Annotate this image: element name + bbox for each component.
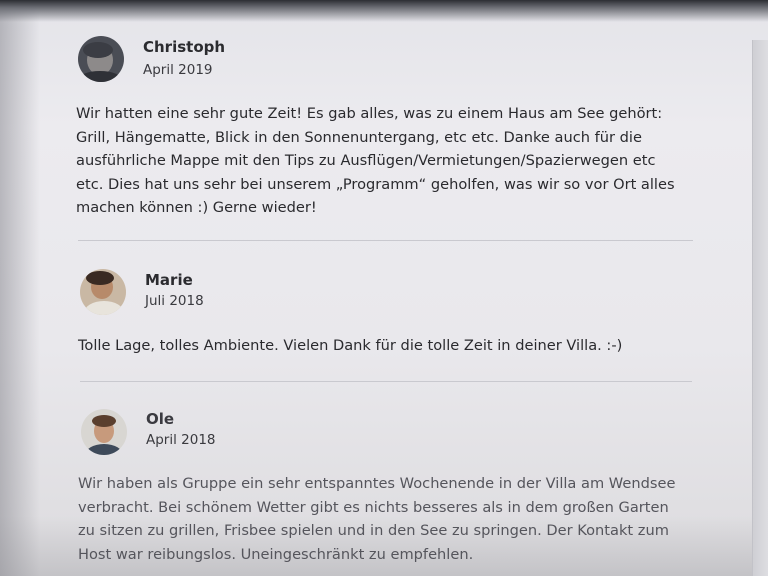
review-text-line: machen können :) Gerne wieder! <box>76 199 317 216</box>
review-text: Wir hatten eine sehr gute Zeit! Es gab a… <box>76 102 675 220</box>
review-text-line: ausführliche Mappe mit den Tips zu Ausfl… <box>76 152 656 169</box>
scrollbar[interactable] <box>752 40 768 576</box>
review-text-line: Wir haben als Gruppe ein sehr entspannte… <box>78 475 676 492</box>
review-date: Juli 2018 <box>145 293 204 309</box>
review-text: Tolle Lage, tolles Ambiente. Vielen Dank… <box>78 334 622 358</box>
review-date: April 2019 <box>143 62 213 78</box>
review-text-line: Grill, Hängematte, Blick in den Sonnenun… <box>76 128 642 146</box>
screen-top-bezel <box>0 0 768 22</box>
reviews-page: Christoph April 2019 Wir hatten eine seh… <box>0 0 768 576</box>
reviewer-name[interactable]: Christoph <box>143 38 225 56</box>
review-text-line: Host war reibungslos. Uneingeschränkt zu… <box>78 545 474 563</box>
avatar[interactable] <box>81 409 127 455</box>
review-text-line: etc. Dies hat uns sehr bei unserem „Prog… <box>76 175 675 193</box>
reviewer-name[interactable]: Marie <box>145 271 193 289</box>
review-text: Wir haben als Gruppe ein sehr entspannte… <box>78 472 675 566</box>
avatar[interactable] <box>80 269 126 315</box>
reviewer-name[interactable]: Ole <box>146 410 174 428</box>
user-avatar-icon <box>81 409 127 455</box>
user-avatar-icon <box>80 269 126 315</box>
user-avatar-icon <box>78 36 124 82</box>
review-divider <box>80 381 692 382</box>
review-text-line: zu sitzen zu grillen, Frisbee spielen un… <box>78 522 669 539</box>
review-divider <box>78 240 693 241</box>
review-text-line: Wir hatten eine sehr gute Zeit! Es gab a… <box>76 105 663 122</box>
screen-edge-shadow <box>0 0 40 576</box>
review-date: April 2018 <box>146 432 216 448</box>
avatar[interactable] <box>78 36 124 82</box>
review-text-line: verbracht. Bei schönem Wetter gibt es ni… <box>78 498 669 516</box>
review-text-line: Tolle Lage, tolles Ambiente. Vielen Dank… <box>78 337 623 354</box>
